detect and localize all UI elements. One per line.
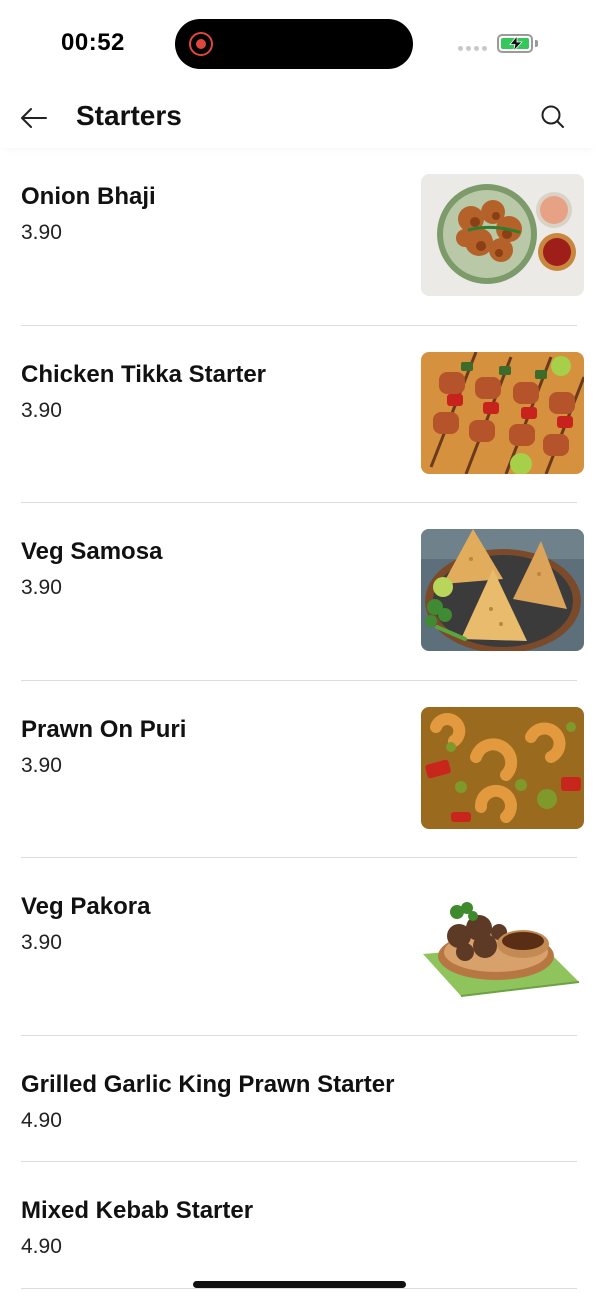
status-time: 00:52 xyxy=(61,29,125,56)
back-button[interactable] xyxy=(18,102,50,134)
dynamic-island xyxy=(175,19,413,69)
veg-pakora-photo xyxy=(421,884,584,1006)
battery-icon xyxy=(497,34,533,53)
search-button[interactable] xyxy=(538,102,568,132)
item-name: Mixed Kebab Starter xyxy=(21,1197,254,1224)
status-bar: 00:52 xyxy=(0,0,598,88)
menu-item-onion-bhaji[interactable]: Onion Bhaji 3.90 xyxy=(0,148,598,326)
item-price: 3.90 xyxy=(21,576,62,599)
item-name: Grilled Garlic King Prawn Starter xyxy=(21,1070,395,1098)
charging-bolt-icon xyxy=(509,36,523,51)
item-name: Prawn On Puri xyxy=(21,715,187,743)
item-name: Onion Bhaji xyxy=(21,183,156,210)
recording-dot-icon xyxy=(189,32,213,56)
item-name: Chicken Tikka Starter xyxy=(21,360,267,388)
menu-item-mixed-kebab-starter[interactable]: Mixed Kebab Starter 4.90 xyxy=(0,1162,598,1289)
menu-item-veg-pakora[interactable]: Veg Pakora 3.90 xyxy=(0,858,598,1036)
menu-item-prawn-on-puri[interactable]: Prawn On Puri 3.90 xyxy=(0,681,598,858)
item-price: 3.90 xyxy=(21,753,62,777)
menu-item-veg-samosa[interactable]: Veg Samosa 3.90 xyxy=(0,503,598,681)
battery-cap xyxy=(535,40,538,47)
onion-bhaji-photo xyxy=(421,174,584,296)
veg-samosa-photo xyxy=(421,529,584,651)
menu-item-chicken-tikka-starter[interactable]: Chicken Tikka Starter 3.90 xyxy=(0,326,598,503)
app-header: Starters xyxy=(0,88,598,148)
item-name: Veg Pakora xyxy=(21,893,151,920)
prawn-on-puri-photo xyxy=(421,706,584,829)
arrow-left-icon xyxy=(21,108,47,128)
page-title: Starters xyxy=(76,100,182,131)
signal-dots-icon xyxy=(458,46,487,51)
item-price: 3.90 xyxy=(21,221,62,244)
menu-list: Onion Bhaji 3.90 Chicken Tikka Starter 3… xyxy=(0,148,598,1289)
search-icon xyxy=(541,105,564,128)
menu-item-grilled-garlic-king-prawn-starter[interactable]: Grilled Garlic King Prawn Starter 4.90 xyxy=(0,1036,598,1162)
home-indicator[interactable] xyxy=(193,1281,406,1288)
chicken-tikka-photo xyxy=(421,351,584,474)
item-price: 3.90 xyxy=(21,931,62,954)
item-price: 4.90 xyxy=(21,1108,62,1132)
screen: 00:52 Starters Onion Bhaji 3.90 Chicken … xyxy=(0,0,598,1300)
battery-fill xyxy=(501,36,529,51)
item-price: 3.90 xyxy=(21,398,62,422)
item-name: Veg Samosa xyxy=(21,538,163,565)
item-price: 4.90 xyxy=(21,1235,62,1258)
